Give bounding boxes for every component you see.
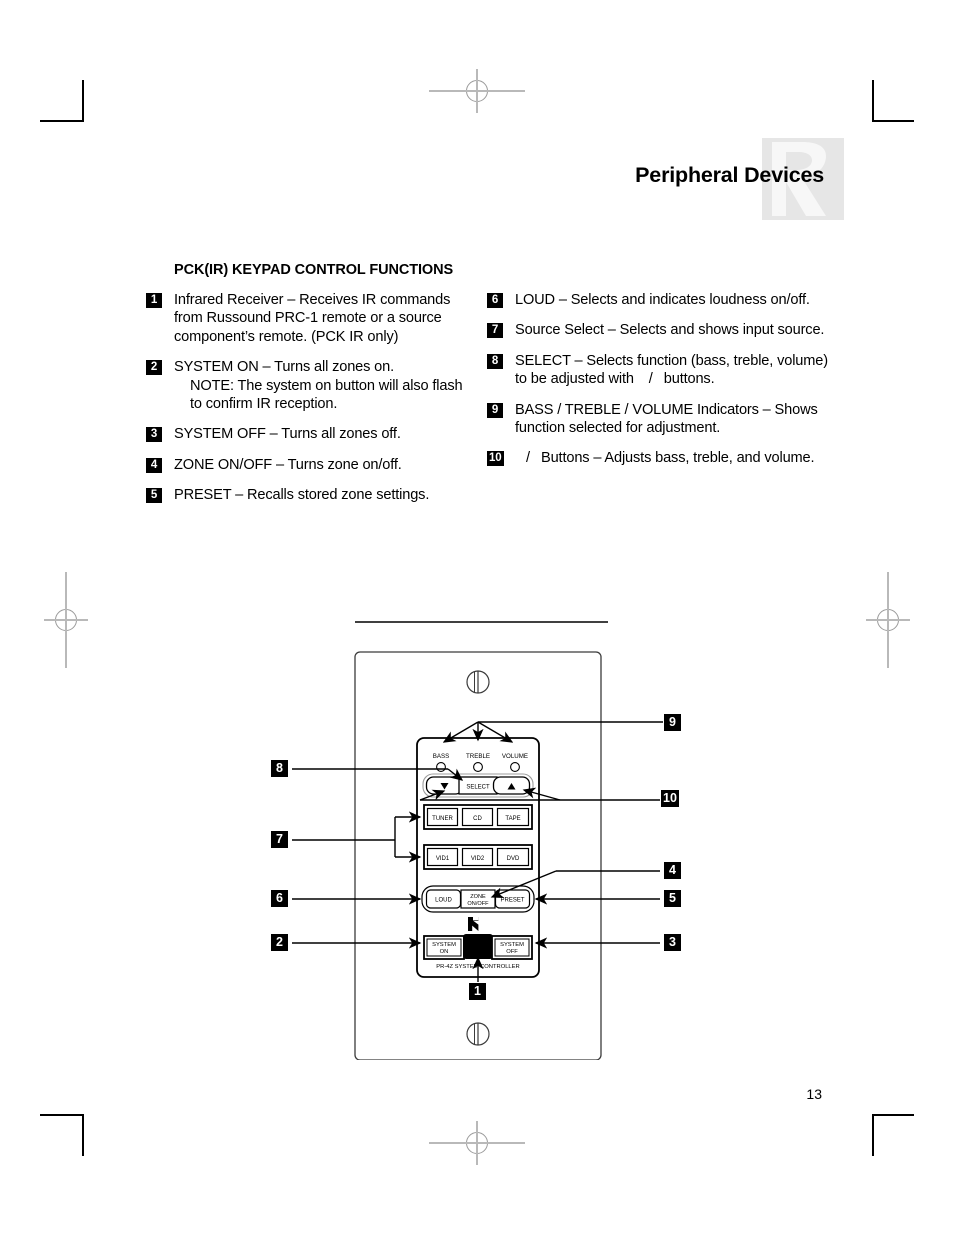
svg-text:SYSTEM: SYSTEM bbox=[500, 942, 524, 948]
function-item-2-text: SYSTEM ON – Turns all zones on. bbox=[174, 359, 395, 376]
svg-text:VID2: VID2 bbox=[471, 856, 485, 862]
function-item-4-text: ZONE ON/OFF – Turns zone on/off. bbox=[174, 456, 402, 473]
callout-badge-2: 2 bbox=[146, 360, 162, 376]
crop-mark-top-right bbox=[854, 80, 914, 140]
callout-badge-7: 7 bbox=[487, 323, 503, 339]
function-list-left: 1 Infrared Receiver – Receives IR comman… bbox=[146, 291, 476, 504]
crop-mark-top-left bbox=[40, 80, 100, 140]
registration-vline bbox=[476, 69, 478, 113]
callout-badge-8: 8 bbox=[487, 353, 503, 369]
page-title: Peripheral Devices bbox=[635, 163, 824, 187]
function-item-8-text: SELECT – Selects function (bass, treble,… bbox=[515, 352, 828, 388]
crop-mark-bottom-right bbox=[854, 1096, 914, 1156]
callout-badge-4: 4 bbox=[146, 457, 162, 473]
diagram-callout-10: 10 bbox=[661, 790, 679, 807]
callout-badge-1: 1 bbox=[146, 293, 162, 308]
svg-text:ON/OFF: ON/OFF bbox=[467, 901, 489, 907]
svg-text:DVD: DVD bbox=[507, 856, 520, 862]
callout-badge-6: 6 bbox=[487, 293, 503, 308]
function-item-7: 7 Source Select – Selects and shows inpu… bbox=[487, 321, 839, 339]
diagram-callout-3: 3 bbox=[664, 934, 681, 951]
function-item-2-note: NOTE: The system on button will also fla… bbox=[190, 377, 463, 412]
function-item-1-text: Infrared Receiver – Receives IR commands… bbox=[174, 292, 451, 345]
registration-vline bbox=[476, 1121, 478, 1165]
function-item-1: 1 Infrared Receiver – Receives IR comman… bbox=[146, 291, 476, 346]
function-item-6-text: LOUD – Selects and indicates loudness on… bbox=[515, 292, 810, 308]
svg-text:ON: ON bbox=[440, 949, 449, 955]
svg-text:VOLUME: VOLUME bbox=[502, 753, 528, 760]
diagram-callout-9: 9 bbox=[664, 714, 681, 731]
callout-badge-5: 5 bbox=[146, 488, 162, 503]
keypad-diagram: BASS TREBLE VOLUME SELECT TUNER CD TAPE … bbox=[0, 600, 954, 1060]
function-item-2: 2 SYSTEM ON – Turns all zones on. NOTE: … bbox=[146, 358, 476, 413]
function-list-right: 6 LOUD – Selects and indicates loudness … bbox=[487, 291, 839, 468]
function-item-5-text: PRESET – Recalls stored zone settings. bbox=[174, 487, 430, 503]
function-item-3-text: SYSTEM OFF – Turns all zones off. bbox=[174, 426, 401, 443]
svg-text:CD: CD bbox=[473, 816, 482, 822]
callout-badge-10: 10 bbox=[487, 451, 504, 467]
svg-text:OFF: OFF bbox=[506, 949, 518, 955]
svg-text:VID1: VID1 bbox=[436, 856, 450, 862]
callout-badge-9: 9 bbox=[487, 402, 503, 418]
function-item-9-text: BASS / TREBLE / VOLUME Indicators – Show… bbox=[515, 401, 818, 436]
function-item-4: 4 ZONE ON/OFF – Turns zone on/off. bbox=[146, 456, 476, 474]
function-item-9: 9 BASS / TREBLE / VOLUME Indicators – Sh… bbox=[487, 401, 839, 438]
svg-text:SELECT: SELECT bbox=[466, 785, 490, 791]
function-item-5: 5 PRESET – Recalls stored zone settings. bbox=[146, 486, 476, 504]
section-title: PCK(IR) KEYPAD CONTROL FUNCTIONS bbox=[174, 262, 454, 278]
svg-text:ZONE: ZONE bbox=[470, 894, 486, 900]
function-item-10-text: / Buttons – Adjusts bass, treble, and vo… bbox=[515, 450, 815, 467]
svg-text:PRESET: PRESET bbox=[500, 898, 524, 904]
diagram-callout-1: 1 bbox=[469, 983, 486, 1000]
diagram-callout-7: 7 bbox=[271, 831, 288, 848]
crop-mark-bottom-left bbox=[40, 1096, 100, 1156]
svg-text:TAPE: TAPE bbox=[505, 816, 520, 822]
diagram-callout-4: 4 bbox=[664, 862, 681, 879]
svg-text:SYSTEM: SYSTEM bbox=[432, 942, 456, 948]
page-number: 13 bbox=[806, 1086, 822, 1102]
function-item-3: 3 SYSTEM OFF – Turns all zones off. bbox=[146, 425, 476, 443]
svg-text:TREBLE: TREBLE bbox=[466, 753, 490, 760]
diagram-callout-6: 6 bbox=[271, 890, 288, 907]
function-item-7-text: Source Select – Selects and shows input … bbox=[515, 322, 825, 339]
diagram-callout-8: 8 bbox=[271, 760, 288, 777]
svg-text:BASS: BASS bbox=[433, 753, 450, 760]
svg-text:TUNER: TUNER bbox=[432, 816, 453, 822]
svg-text:LOUD: LOUD bbox=[435, 898, 452, 904]
function-item-6: 6 LOUD – Selects and indicates loudness … bbox=[487, 291, 839, 309]
diagram-callout-5: 5 bbox=[664, 890, 681, 907]
function-item-8: 8 SELECT – Selects function (bass, trebl… bbox=[487, 352, 839, 389]
diagram-callout-2: 2 bbox=[271, 934, 288, 951]
callout-badge-3: 3 bbox=[146, 427, 162, 443]
function-item-10: 10 / Buttons – Adjusts bass, treble, and… bbox=[487, 449, 839, 467]
